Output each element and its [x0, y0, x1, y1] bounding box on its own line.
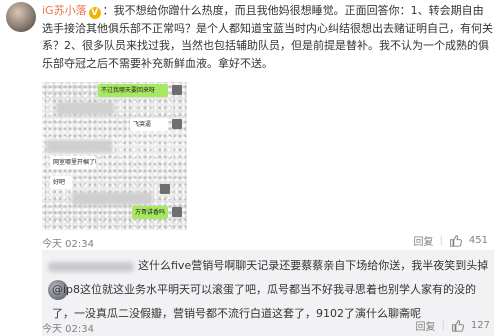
- like-count: 451: [468, 235, 488, 246]
- reply-timestamp: 今天 02:34: [42, 324, 94, 335]
- reply-actions: 回复 | 127: [416, 318, 490, 333]
- chat-screenshot-image[interactable]: 不过我哪天要回来呀 飞哭逼 网室哪里开帼了吗 好吧 万哥讲香吗: [42, 82, 187, 230]
- reply-button[interactable]: 回复: [414, 233, 434, 248]
- action-divider: |: [441, 320, 445, 331]
- chat-bubble: 万哥讲香吗: [132, 206, 168, 219]
- nested-reply: 这什么five营销号啊聊天记录还要蔡蔡亲自下场给你送，我半夜笑到头掉 @ip8这…: [42, 250, 494, 336]
- chat-bubble: 好吧: [50, 176, 72, 189]
- user-avatar[interactable]: [6, 2, 36, 32]
- verified-badge-icon: V: [88, 7, 101, 19]
- chat-avatar: [160, 184, 170, 194]
- chat-avatar: [172, 119, 182, 129]
- action-divider: |: [439, 235, 443, 246]
- chat-bubble: 飞哭逼: [130, 118, 168, 131]
- post-footer: 今天 02:34 回复 | 451: [42, 233, 494, 250]
- post-actions: 回复 | 451: [414, 233, 488, 248]
- chat-avatar: [172, 85, 182, 95]
- reply-footer: 今天 02:34 回复 | 127: [42, 318, 494, 335]
- chat-bubble-blurred: [46, 140, 112, 153]
- like-count: 127: [470, 320, 490, 331]
- reply-text: 这什么five营销号啊聊天记录还要蔡蔡亲自下场给你送，我半夜笑到头掉 @ip8这…: [52, 259, 489, 320]
- chat-bubble-blurred: [56, 102, 114, 115]
- reply-button[interactable]: 回复: [416, 318, 436, 333]
- chat-bubble: 不过我哪天要回来呀: [98, 84, 168, 97]
- chat-bubble: 网室哪里开帼了吗: [50, 156, 96, 169]
- chat-avatar: [172, 207, 182, 217]
- chat-bubble-blurred: [72, 192, 152, 205]
- post-content: iG苏小落 V ：我不想给你蹭什么热度，而且我他妈很想睡觉。正面回答你：1、转会期自…: [42, 2, 494, 72]
- thumbs-up-icon[interactable]: [451, 319, 465, 333]
- post-timestamp: 今天 02:34: [42, 239, 94, 250]
- weibo-comment-post: iG苏小落 V ：我不想给你蹭什么热度，而且我他妈很想睡觉。正面回答你：1、转会期自…: [0, 0, 499, 250]
- thumbs-up-icon[interactable]: [449, 234, 463, 248]
- post-text: ：我不想给你蹭什么热度，而且我他妈很想睡觉。正面回答你：1、转会期自由选手接洽其…: [42, 4, 493, 70]
- username-link[interactable]: iG苏小落: [42, 4, 87, 17]
